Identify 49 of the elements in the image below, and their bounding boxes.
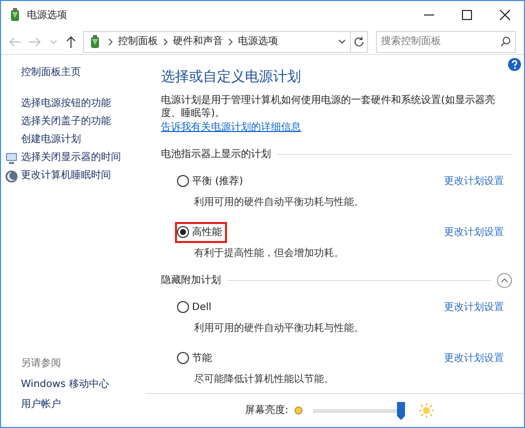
chevron-icon: [228, 38, 234, 46]
group-title: 电池指示器上显示的计划: [161, 148, 271, 162]
sidebar-link[interactable]: 用户帐户: [21, 399, 153, 411]
sidebar-link[interactable]: 创建电源计划: [21, 134, 81, 146]
breadcrumb-link[interactable]: 硬件和声音: [173, 34, 224, 49]
plan-radio[interactable]: Dell: [172, 296, 216, 318]
plan-settings-link[interactable]: 更改计划设置: [444, 350, 504, 366]
collapse-button[interactable]: [497, 273, 512, 288]
group-title: 隐藏附加计划: [161, 274, 221, 288]
sidebar-link[interactable]: 选择关闭显示器的时间: [21, 152, 121, 164]
address-bar[interactable]: 控制面板 硬件和声音 电源选项: [83, 30, 352, 52]
plan-description: 有利于提高性能，但会增加功耗。: [194, 246, 345, 261]
plan-description: 利用可用的硬件自动平衡功耗与性能。: [194, 196, 365, 210]
window-title: 电源选项: [27, 8, 67, 22]
slider-thumb[interactable]: [396, 402, 405, 420]
dim-sun-icon: [294, 406, 304, 415]
monitor-icon: [5, 152, 18, 164]
search-field[interactable]: 搜索控制面板: [376, 30, 516, 52]
brightness-label: 屏幕亮度:: [245, 404, 288, 418]
plan-radio[interactable]: 平衡 (推荐): [172, 170, 248, 192]
help-link[interactable]: 告诉我有关电源计划的详细信息: [161, 120, 301, 135]
plan-settings-link[interactable]: 更改计划设置: [444, 224, 504, 240]
sidebar-link[interactable]: 更改计算机睡眠时间: [21, 170, 111, 182]
page-heading: 选择或自定义电源计划: [161, 69, 302, 86]
sidebar-link[interactable]: Windows 移动中心: [21, 379, 153, 391]
help-icon[interactable]: [508, 58, 521, 71]
plan-description: 利用可用的硬件自动平衡功耗与性能。: [194, 322, 365, 336]
minimize-icon: [424, 14, 434, 16]
sidebar-link[interactable]: 选择电源按钮的功能: [21, 98, 111, 110]
chevron-icon: [163, 38, 168, 46]
plan-radio[interactable]: 节能: [172, 348, 217, 369]
sidebar-link[interactable]: 选择关闭盖子的功能: [21, 116, 111, 128]
refresh-icon: [353, 36, 366, 48]
description-text: 电源计划是用于管理计算机如何使用电源的一套硬件和系统设置(如显示器亮度、睡眠等)。: [161, 94, 496, 120]
bright-sun-icon: [419, 403, 434, 418]
dropdown-icon[interactable]: [337, 36, 348, 46]
section-label: 另请参阅: [21, 356, 62, 371]
breadcrumb-link[interactable]: 控制面板: [118, 34, 158, 49]
caret-icon: [50, 40, 57, 44]
plan-settings-link[interactable]: 更改计划设置: [444, 174, 504, 189]
plan-settings-link[interactable]: 更改计划设置: [444, 300, 504, 315]
moon-icon: [5, 170, 18, 182]
plan-description: 尽可能降低计算机性能以节能。: [194, 372, 335, 387]
refresh-button[interactable]: [351, 30, 368, 52]
search-icon: [500, 36, 511, 46]
plan-radio[interactable]: 高性能: [172, 222, 227, 243]
breadcrumb-link[interactable]: 电源选项: [238, 34, 278, 49]
sidebar-link[interactable]: 控制面板主页: [21, 67, 153, 79]
chevron-icon: [108, 38, 114, 46]
